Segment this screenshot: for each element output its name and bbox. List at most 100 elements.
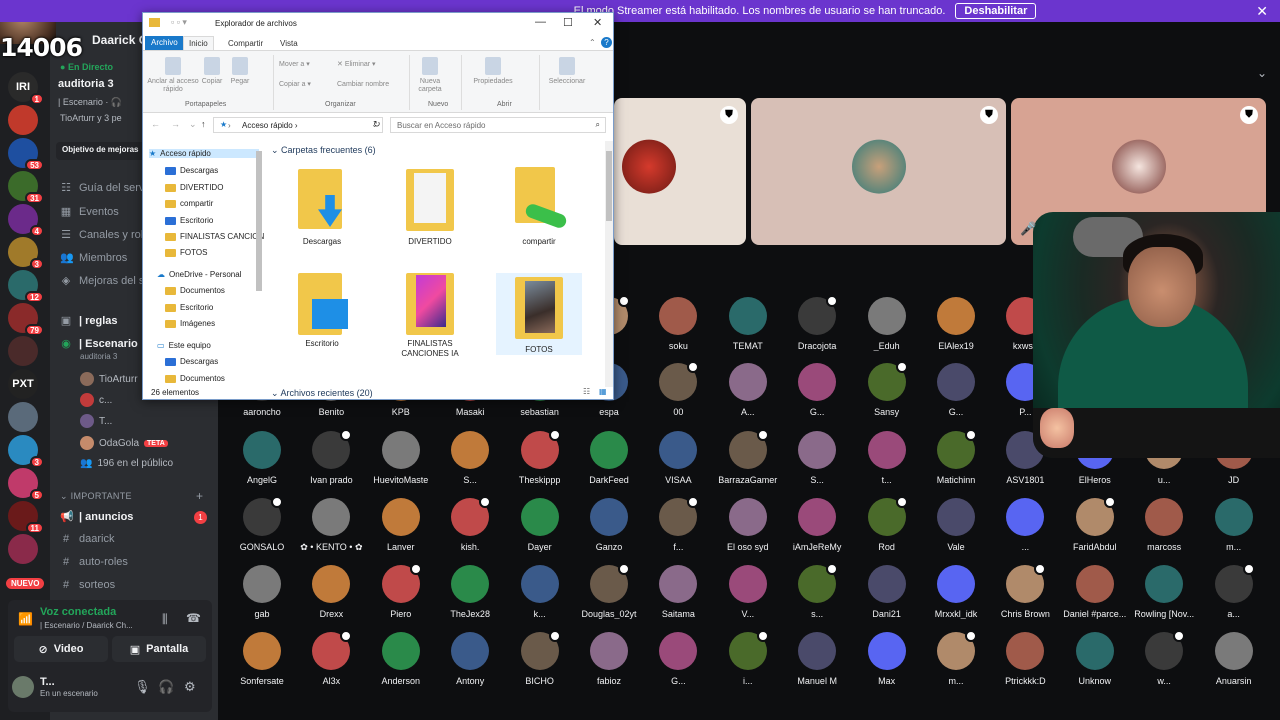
noise-suppression-icon[interactable]: ⫼ <box>162 612 168 627</box>
quick-access-toolbar[interactable]: ▫ ▫ ▾ <box>171 17 187 28</box>
close-button[interactable]: ✕ <box>593 16 602 29</box>
help-icon[interactable]: ? <box>601 37 612 48</box>
recent-locations-icon[interactable]: ⌄ <box>189 119 197 130</box>
maximize-button[interactable]: ☐ <box>563 16 573 29</box>
tree-item[interactable]: Escritorio <box>165 216 213 225</box>
folder-tile[interactable]: Escritorio <box>279 267 365 349</box>
delete-button[interactable]: ✕ Eliminar ▾ <box>337 61 387 69</box>
stage-listener[interactable]: OdaGola TETA <box>80 436 168 450</box>
voice-location[interactable]: | Escenario / Daarick Ch... <box>40 621 133 630</box>
folder-tile[interactable]: DIVERTIDO <box>387 165 473 247</box>
rename-button[interactable]: Cambiar nombre <box>337 81 407 89</box>
new-folder-button[interactable]: Nueva carpeta <box>413 57 447 94</box>
server-icon[interactable]: IRI 1 <box>8 72 44 105</box>
tree-item[interactable]: Descargas <box>165 357 218 366</box>
audience-member[interactable]: Sonfersate <box>224 632 300 686</box>
close-icon[interactable]: ✕ <box>1256 3 1268 20</box>
audience-member[interactable]: fabioz <box>571 632 647 686</box>
audience-member[interactable]: i... <box>710 630 786 686</box>
collapse-ribbon-icon[interactable]: ⌃ <box>589 38 596 47</box>
mic-icon[interactable]: 🎙 <box>134 679 151 695</box>
large-icons-view-icon[interactable]: ▦ <box>599 387 607 396</box>
audience-member[interactable]: Dayer <box>502 498 578 552</box>
audience-member[interactable]: Antony <box>432 632 508 686</box>
screen-share-button[interactable]: ▣ Pantalla <box>112 636 206 662</box>
back-button[interactable]: ← <box>151 119 160 129</box>
tree-item[interactable]: Documentos <box>165 286 225 295</box>
stage-listener[interactable]: c... <box>80 393 112 407</box>
server-icon[interactable]: PXT <box>8 369 38 399</box>
server-icon[interactable] <box>8 402 38 432</box>
pin-quick-access-button[interactable]: Anclar al acceso rápido <box>147 57 199 94</box>
audience-member[interactable]: Al3x <box>293 630 369 686</box>
audience-member[interactable]: Matichinn <box>918 429 994 485</box>
signal-icon[interactable]: 📶 <box>18 612 33 626</box>
audience-member[interactable]: ✿ • KENTO • ✿ <box>293 498 369 553</box>
server-icon[interactable]: 3 <box>8 237 44 270</box>
disable-button[interactable]: Deshabilitar <box>955 3 1037 19</box>
audience-member[interactable]: t... <box>849 431 925 485</box>
refresh-icon[interactable]: ↻ <box>373 119 381 130</box>
audience-member[interactable]: Vale <box>918 498 994 552</box>
tab-archivo[interactable]: Archivo <box>145 36 184 50</box>
tree-item[interactable]: FINALISTAS CANCION <box>165 232 264 241</box>
channel-reglas[interactable]: ▣ | reglas <box>60 314 118 328</box>
stage-channel-name[interactable]: auditoria 3 <box>58 78 114 90</box>
audience-member[interactable]: marcoss <box>1126 498 1202 552</box>
server-icon[interactable]: 11 <box>8 501 44 534</box>
folder-tile[interactable]: FOTOS <box>496 273 582 355</box>
audience-member[interactable]: Piero <box>363 563 439 619</box>
details-view-icon[interactable]: ☷ <box>583 387 590 396</box>
audience-member[interactable]: BarrazaGamer <box>710 429 786 485</box>
audience-member[interactable]: Ganzo <box>571 498 647 552</box>
audience-member[interactable]: Chris Brown <box>987 563 1063 619</box>
settings-icon[interactable]: ⚙ <box>184 679 196 695</box>
audience-member[interactable]: f... <box>640 496 716 552</box>
folder-tile[interactable]: compartir <box>496 165 582 247</box>
category-header[interactable]: ⌄ IMPORTANTE <box>60 491 132 502</box>
server-icon[interactable]: 5 <box>8 468 44 501</box>
audience-member[interactable]: kish. <box>432 496 508 552</box>
tree-item[interactable]: Documentos <box>165 374 225 383</box>
audience-member[interactable]: BICHO <box>502 630 578 686</box>
audience-member[interactable]: TheJex28 <box>432 565 508 619</box>
audience-member[interactable]: HuevitoMaste <box>363 431 439 485</box>
tree-item[interactable]: DIVERTIDO <box>165 183 223 192</box>
add-channel-icon[interactable]: + <box>196 489 203 503</box>
audience-member[interactable]: Douglas_02yt <box>571 563 647 619</box>
audience-member[interactable]: Manuel M <box>779 632 855 686</box>
audience-member[interactable]: G... <box>779 363 855 417</box>
audience-member[interactable]: El oso syd <box>710 498 786 552</box>
audience-member[interactable]: gab <box>224 565 300 619</box>
audience-member[interactable]: Ivan prado <box>293 429 369 485</box>
audience-member[interactable]: Daniel #parce... <box>1057 565 1133 619</box>
copy-button[interactable]: Copiar <box>199 57 225 86</box>
tree-item[interactable]: Escritorio <box>165 303 213 312</box>
channel-sorteos[interactable]: # sorteos <box>60 579 115 591</box>
audience-member[interactable]: _Eduh <box>849 297 925 351</box>
channel-members[interactable]: 👥 Miembros <box>60 251 127 265</box>
minimize-button[interactable]: — <box>535 16 546 28</box>
audience-member[interactable]: 00 <box>640 361 716 417</box>
tree-onedrive[interactable]: ☁ OneDrive - Personal <box>157 270 241 279</box>
channel-roles[interactable]: ☰ Canales y role <box>60 228 149 242</box>
audience-member[interactable]: Mrxxkl_idk <box>918 565 994 619</box>
tree-item[interactable]: Descargas <box>165 166 218 175</box>
search-input[interactable]: Buscar en Acceso rápido ⌕ <box>390 117 606 133</box>
audience-member[interactable]: a... <box>1196 563 1272 619</box>
audience-member[interactable]: ElAlex19 <box>918 297 994 351</box>
audience-member[interactable]: Rod <box>849 496 925 552</box>
audience-member[interactable]: ... <box>987 498 1063 552</box>
avatar[interactable] <box>12 676 34 698</box>
server-icon[interactable]: 3 <box>8 435 44 468</box>
speaker-tile[interactable]: ⛊ <box>751 98 1006 245</box>
audience-member[interactable]: k... <box>502 565 578 619</box>
copy-to-button[interactable]: Copiar a ▾ <box>279 81 329 89</box>
forward-button[interactable]: → <box>171 119 180 129</box>
title-bar[interactable]: ▫ ▫ ▾ Explorador de archivos — ☐ ✕ <box>143 13 613 35</box>
channel-boosts[interactable]: ◈ Mejoras del se <box>60 274 151 288</box>
audience-member[interactable]: soku <box>640 297 716 351</box>
audience-member[interactable]: Max <box>849 632 925 686</box>
address-bar[interactable]: ★ › Acceso rápido › ⌄ <box>213 117 383 133</box>
channel-guide[interactable]: ☷ Guía del servi <box>60 181 147 195</box>
